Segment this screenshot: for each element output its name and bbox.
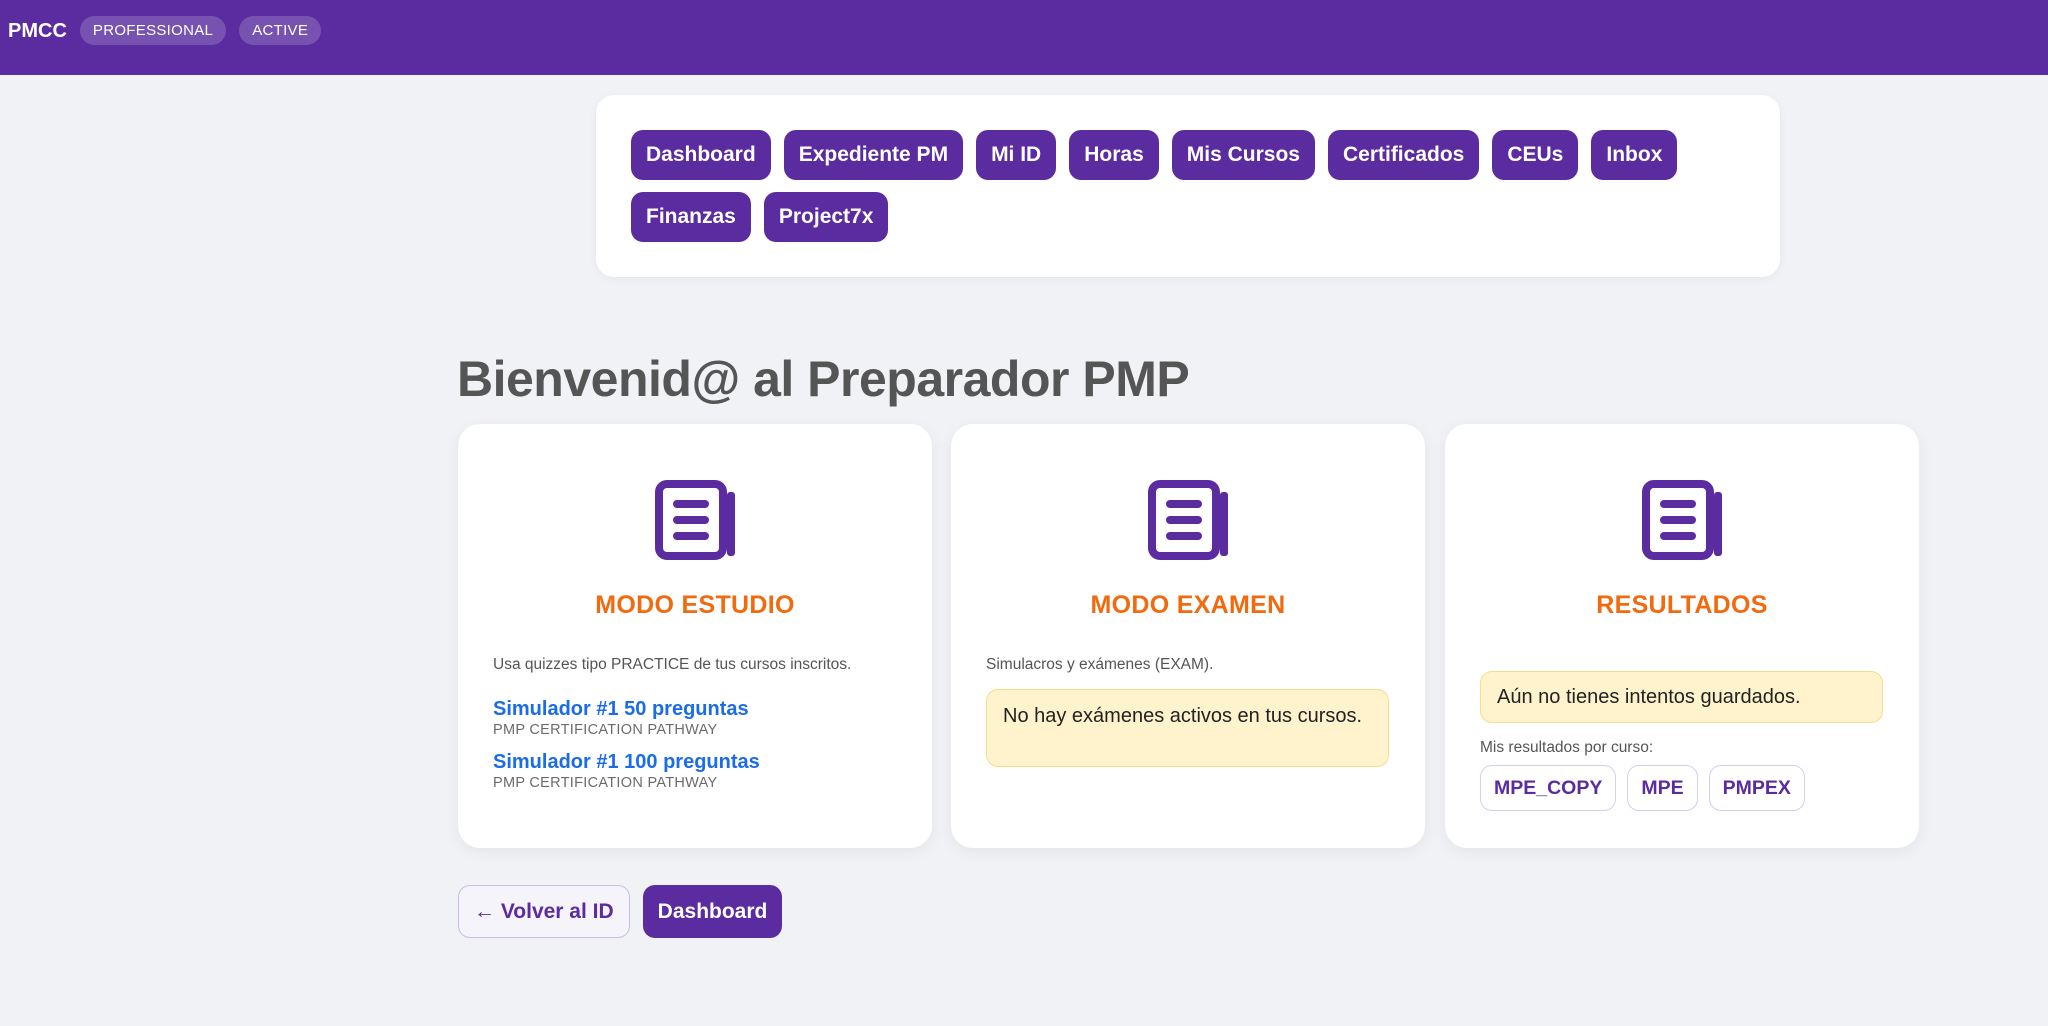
course-results-list: MPE_COPY MPE PMPEX	[1480, 765, 1805, 811]
nav-finanzas-button[interactable]: Finanzas	[631, 192, 751, 242]
course-result-button-mpe[interactable]: MPE	[1627, 765, 1698, 811]
exam-mode-title: MODO EXAMEN	[1090, 591, 1286, 619]
course-result-button-mpe-copy[interactable]: MPE_COPY	[1480, 765, 1617, 811]
results-title: RESULTADOS	[1596, 591, 1768, 619]
nav-mis-cursos-button[interactable]: Mis Cursos	[1171, 130, 1315, 180]
quiz-link[interactable]: Simulador #1 100 preguntas	[493, 751, 760, 774]
no-active-exams-notice: No hay exámenes activos en tus cursos.	[986, 689, 1389, 767]
results-per-course-label: Mis resultados por curso:	[1480, 739, 1654, 756]
nav-inbox-button[interactable]: Inbox	[1591, 130, 1678, 180]
document-icon	[1642, 480, 1722, 560]
brand-logo-text[interactable]: PMCC	[8, 16, 67, 46]
document-icon	[655, 480, 735, 560]
course-result-button-pmpex[interactable]: PMPEX	[1708, 765, 1805, 811]
quiz-link[interactable]: Simulador #1 50 preguntas	[493, 698, 749, 721]
study-mode-card: MODO ESTUDIO Usa quizzes tipo PRACTICE d…	[458, 424, 932, 848]
nav-certificados-button[interactable]: Certificados	[1327, 130, 1480, 180]
quiz-course-label: PMP CERTIFICATION PATHWAY	[493, 775, 718, 791]
nav-row-2: Finanzas Project7x	[631, 192, 889, 242]
dashboard-button[interactable]: Dashboard	[642, 885, 783, 938]
navigation-panel: Dashboard Expediente PM Mi ID Horas Mis …	[596, 95, 1780, 277]
nav-mi-id-button[interactable]: Mi ID	[976, 130, 1057, 180]
study-mode-description: Usa quizzes tipo PRACTICE de tus cursos …	[493, 656, 852, 673]
nav-expediente-pm-button[interactable]: Expediente PM	[783, 130, 964, 180]
no-attempts-notice: Aún no tienes intentos guardados.	[1480, 671, 1883, 723]
nav-ceus-button[interactable]: CEUs	[1492, 130, 1579, 180]
nav-row-1: Dashboard Expediente PM Mi ID Horas Mis …	[631, 130, 1678, 180]
top-header-bar: PMCC PROFESSIONAL ACTIVE	[0, 0, 2048, 75]
exam-mode-description: Simulacros y exámenes (EXAM).	[986, 656, 1214, 673]
membership-badge: PROFESSIONAL	[79, 16, 227, 45]
nav-project7x-button[interactable]: Project7x	[763, 192, 889, 242]
quiz-course-label: PMP CERTIFICATION PATHWAY	[493, 722, 718, 738]
nav-horas-button[interactable]: Horas	[1069, 130, 1159, 180]
document-icon	[1148, 480, 1228, 560]
back-to-id-button[interactable]: ← Volver al ID	[458, 885, 630, 938]
nav-dashboard-button[interactable]: Dashboard	[631, 130, 771, 180]
exam-mode-card: MODO EXAMEN Simulacros y exámenes (EXAM)…	[951, 424, 1425, 848]
results-card: RESULTADOS Aún no tienes intentos guarda…	[1445, 424, 1919, 848]
bottom-actions: ← Volver al ID Dashboard	[458, 885, 783, 938]
page-title: Bienvenid@ al Preparador PMP	[457, 351, 1190, 407]
study-mode-title: MODO ESTUDIO	[595, 591, 795, 619]
status-badge: ACTIVE	[239, 16, 322, 45]
